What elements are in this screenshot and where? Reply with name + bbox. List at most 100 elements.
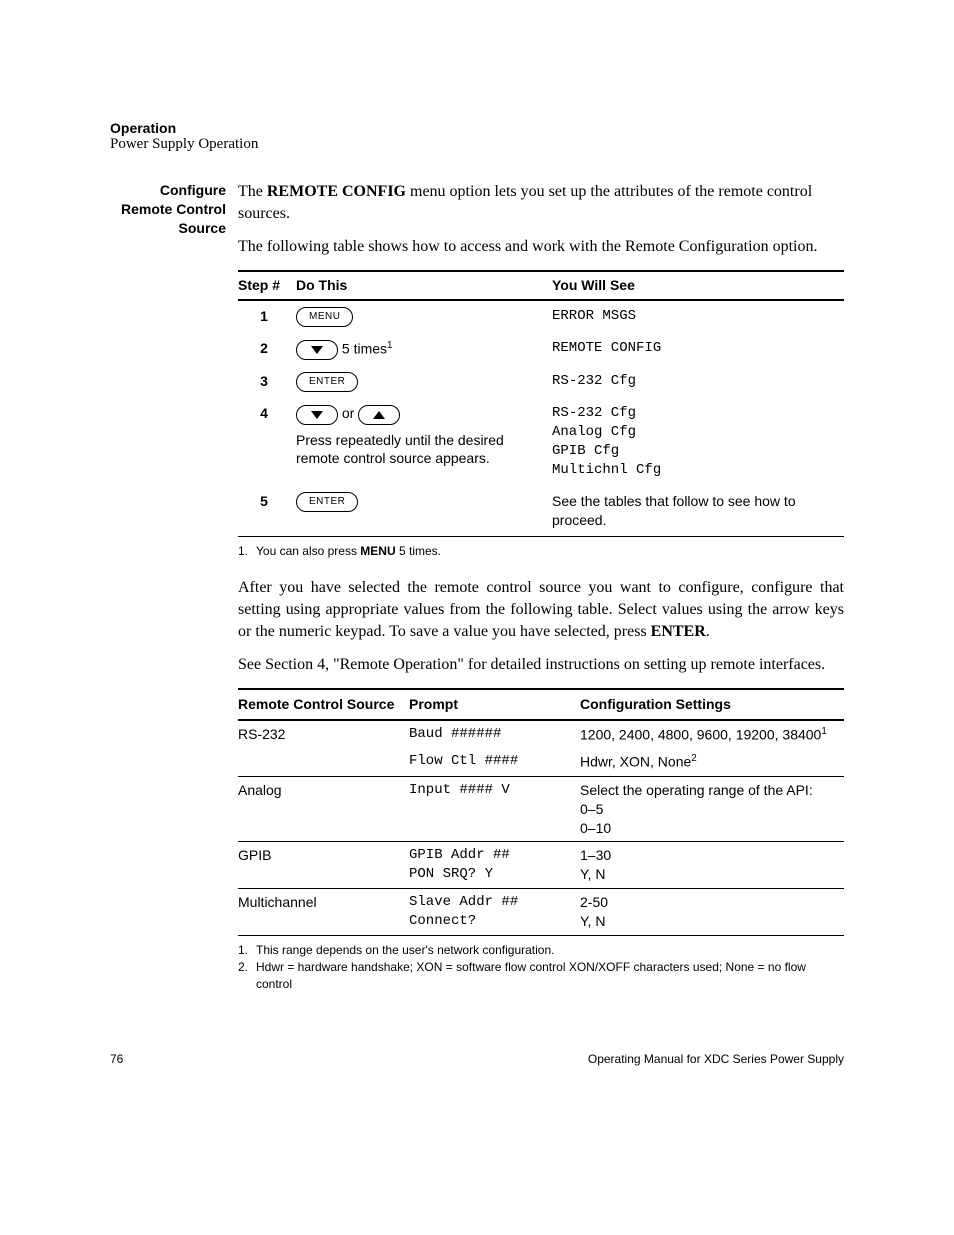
table-row: Multichannel Slave Addr ## Connect? 2-50… [238, 889, 844, 936]
col-see: You Will See [552, 271, 844, 300]
page: Operation Power Supply Operation Configu… [0, 0, 954, 1126]
footnote-text: You can also press MENU 5 times. [256, 543, 441, 560]
step-see: RS-232 Cfg Analog Cfg GPIB Cfg Multichnl… [552, 398, 844, 486]
table-row: 4 or Press repeatedly until the desired … [238, 398, 844, 486]
step-see: ERROR MSGS [552, 300, 844, 333]
col-source: Remote Control Source [238, 689, 409, 720]
settings-footnotes: 1. This range depends on the user's netw… [238, 942, 844, 992]
step-see: RS-232 Cfg [552, 366, 844, 398]
running-header: Operation Power Supply Operation [110, 120, 844, 153]
text-bold: ENTER [651, 623, 706, 640]
col-step: Step # [238, 271, 296, 300]
step-desc: Press repeatedly until the desired remot… [296, 431, 546, 469]
body-column: The REMOTE CONFIG menu option lets you s… [238, 181, 844, 992]
footnote-text: Hdwr = hardware handshake; XON = softwar… [256, 959, 844, 993]
source-label: RS-232 [238, 720, 409, 749]
step-see: See the tables that follow to see how to… [552, 486, 844, 536]
footnote-num: 1. [238, 942, 256, 959]
text: . [706, 623, 710, 640]
footnote-text: This range depends on the user's network… [256, 942, 554, 959]
manual-title: Operating Manual for XDC Series Power Su… [588, 1052, 844, 1066]
text: After you have selected the remote contr… [238, 579, 844, 639]
table-footnote: 1. You can also press MENU 5 times. [238, 543, 844, 560]
header-subtitle: Power Supply Operation [110, 136, 844, 153]
table-row: 5 ENTER See the tables that follow to se… [238, 486, 844, 536]
step-num: 4 [238, 398, 296, 486]
col-do: Do This [296, 271, 552, 300]
table-row: 2 5 times1 REMOTE CONFIG [238, 333, 844, 366]
prompt: GPIB Addr ## PON SRQ? Y [409, 842, 580, 889]
intro-p2: The following table shows how to access … [238, 236, 844, 258]
text: 1–30 [580, 846, 838, 865]
text: The [238, 183, 267, 200]
source-label: GPIB [238, 842, 409, 889]
down-arrow-key-icon [296, 340, 338, 360]
col-config: Configuration Settings [580, 689, 844, 720]
step-do: ENTER [296, 486, 552, 536]
step-see: REMOTE CONFIG [552, 333, 844, 366]
step-num: 1 [238, 300, 296, 333]
config: Select the operating range of the API: 0… [580, 776, 844, 842]
triangle-down-icon [311, 411, 323, 419]
footnote-num: 1. [238, 543, 256, 560]
step-num: 2 [238, 333, 296, 366]
intro-p1: The REMOTE CONFIG menu option lets you s… [238, 181, 844, 224]
step-num: 5 [238, 486, 296, 536]
up-arrow-key-icon [358, 405, 400, 425]
step-do: MENU [296, 300, 552, 333]
text: or [338, 405, 358, 421]
footnote-ref: 1 [821, 726, 826, 737]
page-footer: 76 Operating Manual for XDC Series Power… [110, 1052, 844, 1066]
config: 1200, 2400, 4800, 9600, 19200, 384001 [580, 720, 844, 749]
step-do: or Press repeatedly until the desired re… [296, 398, 552, 486]
text: 5 times [338, 341, 387, 357]
mid-p1: After you have selected the remote contr… [238, 577, 844, 642]
steps-table: Step # Do This You Will See 1 MENU ERROR… [238, 270, 844, 537]
text-bold: MENU [360, 544, 395, 558]
page-number: 76 [110, 1052, 123, 1066]
header-title: Operation [110, 120, 844, 136]
enter-key-icon: ENTER [296, 492, 358, 512]
table-row: RS-232 Baud ###### 1200, 2400, 4800, 960… [238, 720, 844, 749]
table-row: 1 MENU ERROR MSGS [238, 300, 844, 333]
text: You can also press [256, 544, 360, 558]
step-num: 3 [238, 366, 296, 398]
empty [238, 748, 409, 776]
text: Y, N [580, 865, 838, 884]
table-row: Flow Ctl #### Hdwr, XON, None2 [238, 748, 844, 776]
text: Y, N [580, 912, 838, 931]
side-heading-text: Configure Remote Control Source [121, 182, 226, 236]
prompt: Baud ###### [409, 720, 580, 749]
text: GPIB Cfg [552, 442, 838, 461]
text: 5 times. [396, 544, 441, 558]
step-do: 5 times1 [296, 333, 552, 366]
text-bold: REMOTE CONFIG [267, 183, 406, 200]
text: 1200, 2400, 4800, 9600, 19200, 38400 [580, 726, 821, 742]
mid-p2: See Section 4, "Remote Operation" for de… [238, 654, 844, 676]
text: 0–5 [580, 800, 838, 819]
footnote-ref: 2 [691, 753, 696, 764]
prompt: Input #### V [409, 776, 580, 842]
step-do: ENTER [296, 366, 552, 398]
text: Multichnl Cfg [552, 461, 838, 480]
config: 1–30 Y, N [580, 842, 844, 889]
source-label: Multichannel [238, 889, 409, 936]
text: Slave Addr ## [409, 893, 574, 912]
prompt: Slave Addr ## Connect? [409, 889, 580, 936]
content-columns: Configure Remote Control Source The REMO… [110, 181, 844, 992]
text: Select the operating range of the API: [580, 781, 838, 800]
footnote-ref: 1 [387, 340, 392, 351]
footnote-num: 2. [238, 959, 256, 993]
text: Connect? [409, 912, 574, 931]
table-row: GPIB GPIB Addr ## PON SRQ? Y 1–30 Y, N [238, 842, 844, 889]
table-row: Analog Input #### V Select the operating… [238, 776, 844, 842]
config: 2-50 Y, N [580, 889, 844, 936]
text: Hdwr, XON, None [580, 754, 691, 770]
text: 2-50 [580, 893, 838, 912]
text: Analog Cfg [552, 423, 838, 442]
prompt: Flow Ctl #### [409, 748, 580, 776]
enter-key-icon: ENTER [296, 372, 358, 392]
text: GPIB Addr ## [409, 846, 574, 865]
triangle-down-icon [311, 346, 323, 354]
settings-table: Remote Control Source Prompt Configurati… [238, 688, 844, 936]
